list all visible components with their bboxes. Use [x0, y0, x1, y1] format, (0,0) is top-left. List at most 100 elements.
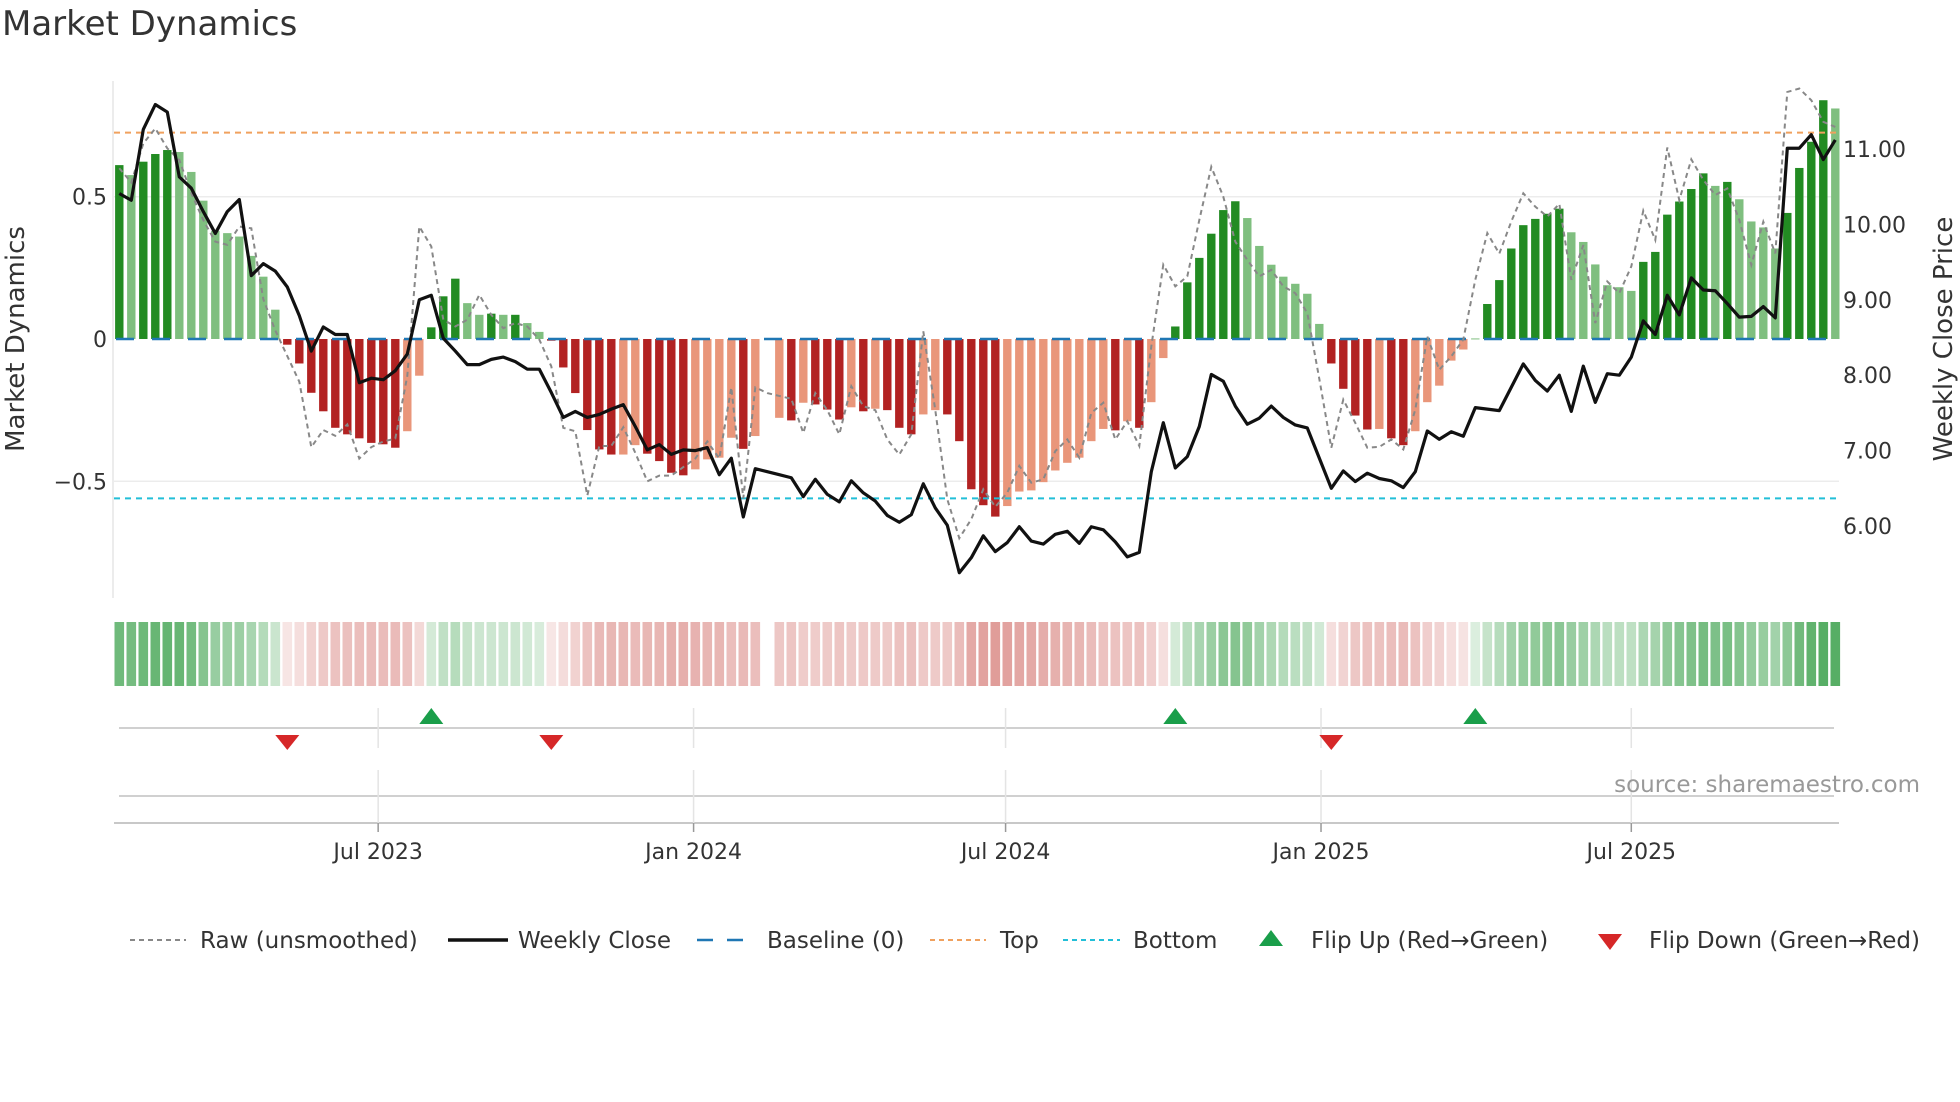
x-tick-label: Jul 2024	[959, 840, 1051, 865]
histogram-bar	[1663, 214, 1672, 339]
strip-cell	[306, 622, 317, 686]
histogram-bar	[607, 339, 616, 455]
strip-cell	[114, 622, 125, 686]
histogram-bar	[343, 339, 352, 435]
histogram-bar	[823, 339, 832, 410]
strip-cell	[1578, 622, 1589, 686]
histogram-bar	[163, 150, 172, 339]
histogram-bar	[1711, 185, 1720, 339]
legend-item: Top	[930, 928, 1039, 954]
strip-cell	[714, 622, 725, 686]
strip-cell	[1146, 622, 1157, 686]
strip-cell	[1134, 622, 1145, 686]
strip-cell	[558, 622, 569, 686]
histogram-bar	[1231, 201, 1240, 339]
histogram-bar	[655, 339, 664, 462]
y-tick-label: −0.5	[54, 470, 107, 495]
histogram-bar	[943, 339, 952, 415]
strip-cell	[870, 622, 881, 686]
strip-cell	[1362, 622, 1373, 686]
left-axis-ticks: 0.5 0 −0.5	[54, 186, 107, 496]
strip-cell	[966, 622, 977, 686]
strip-cell	[630, 622, 641, 686]
strip-cell	[234, 622, 245, 686]
strip-cell	[1050, 622, 1061, 686]
histogram-bar	[1003, 339, 1012, 507]
histogram-bar	[319, 339, 328, 412]
strip-cell	[1170, 622, 1181, 686]
histogram-bar	[679, 339, 688, 476]
regime-strip	[114, 622, 1841, 686]
histogram-bar	[1135, 339, 1144, 428]
histogram-bar	[1159, 339, 1168, 359]
legend-label: Flip Down (Green→Red)	[1649, 928, 1920, 954]
histogram-bar	[295, 339, 304, 364]
histogram-bar	[1111, 339, 1120, 431]
strip-cell	[666, 622, 677, 686]
histogram-bar	[151, 154, 160, 339]
y2-tick-label: 7.00	[1843, 440, 1892, 465]
strip-cell	[534, 622, 545, 686]
strip-cell	[1650, 622, 1661, 686]
flip-up-marker	[419, 708, 444, 724]
histogram-bar	[1471, 338, 1480, 340]
strip-cell	[150, 622, 161, 686]
strip-cell	[546, 622, 557, 686]
strip-cell	[978, 622, 989, 686]
strip-cell	[642, 622, 653, 686]
strip-cell	[246, 622, 257, 686]
strip-cell	[1038, 622, 1049, 686]
histogram-bar	[1747, 221, 1756, 339]
x-tick-label: Jul 2025	[1585, 840, 1677, 865]
strip-cell	[654, 622, 665, 686]
histogram-bar	[379, 339, 388, 445]
strip-cell	[1614, 622, 1625, 686]
strip-cell	[1122, 622, 1133, 686]
strip-cell	[1230, 622, 1241, 686]
histogram-bar	[1315, 323, 1324, 339]
strip-cell	[810, 622, 821, 686]
histogram-bar	[1807, 141, 1816, 339]
strip-cell	[822, 622, 833, 686]
histogram-bar	[1243, 218, 1252, 339]
histogram-bar	[367, 339, 376, 443]
strip-cell	[426, 622, 437, 686]
legend-item: Bottom	[1063, 928, 1217, 954]
histogram-bar	[1543, 213, 1552, 339]
strip-cell	[1290, 622, 1301, 686]
histogram-bar	[1795, 167, 1804, 339]
histogram-bar	[715, 339, 724, 458]
strip-cell	[774, 622, 785, 686]
histogram-bar	[1819, 100, 1828, 339]
strip-cell	[1074, 622, 1085, 686]
histogram-bar	[1351, 339, 1360, 416]
histogram-bar	[739, 339, 748, 449]
strip-cell	[1734, 622, 1745, 686]
histogram-bar	[967, 339, 976, 490]
histogram-bar	[1591, 264, 1600, 339]
strip-cell	[342, 622, 353, 686]
strip-cell	[1722, 622, 1733, 686]
strip-cell	[1698, 622, 1709, 686]
strip-cell	[414, 622, 425, 686]
strip-cell	[942, 622, 953, 686]
histogram-bar	[799, 339, 808, 403]
flip-down-marker	[275, 735, 300, 750]
strip-cell	[1338, 622, 1349, 686]
legend-item: Baseline (0)	[697, 928, 904, 954]
x-axis-ticks: Jul 2023 Jan 2024 Jul 2024 Jan 2025 Jul 2025	[331, 823, 1676, 865]
strip-cell	[738, 622, 749, 686]
histogram-bar	[1723, 181, 1732, 339]
strip-cell	[1626, 622, 1637, 686]
histogram-bar	[1675, 201, 1684, 339]
strip-cell	[282, 622, 293, 686]
strip-cell	[1218, 622, 1229, 686]
histogram-bar	[895, 339, 904, 428]
strip-cell	[258, 622, 269, 686]
strip-cell	[1686, 622, 1697, 686]
strip-cell	[1758, 622, 1769, 686]
histogram-bar	[1099, 339, 1108, 429]
strip-cell	[1206, 622, 1217, 686]
histogram-bar	[223, 233, 232, 339]
histogram-bar	[139, 161, 148, 339]
